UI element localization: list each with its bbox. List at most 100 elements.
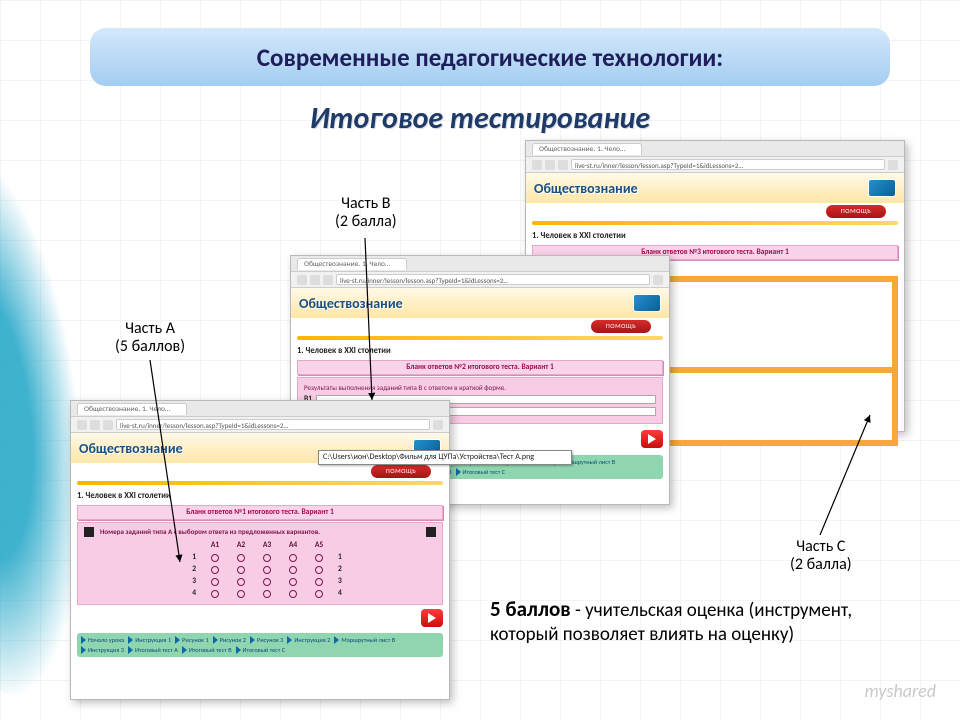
callout-part-c: Часть С(2 балла) [790,538,852,575]
answer-radio[interactable] [315,578,323,586]
browser-tab[interactable]: Обществознание. 1. Чело… [532,143,642,155]
play-icon [81,636,86,644]
answer-radio[interactable] [237,566,245,574]
answer-radio[interactable] [237,590,245,598]
lesson-nav-bar: Начало урока Инструкция 1 Рисунок 1 Рисунок… [77,633,443,657]
answer-radio[interactable] [211,578,219,586]
browser-tabstrip: Обществознание. 1. Чело… [71,401,449,417]
answer-radio[interactable] [289,578,297,586]
row-label: 4 [170,589,202,598]
nav-forward-icon[interactable] [310,275,320,285]
play-icon [81,646,86,654]
nav-forward-icon[interactable] [545,160,555,170]
lesson-nav-label: Маршрутный лист В [341,636,395,644]
nav-reload-icon[interactable] [558,160,568,170]
lesson-nav-label: Итоговый тест C [243,646,286,654]
next-button[interactable] [421,609,443,627]
tooltip: C:\Users\ион\Desktop\Фильм для ЦУПа\Устр… [318,450,572,465]
lesson-nav-item[interactable]: Рисунок 3 [250,636,283,644]
help-button[interactable]: ПОМОЩЬ [826,205,886,218]
arrow-right-icon [648,434,656,444]
topic-heading: 1. Человек в XXI столетии [71,489,449,503]
lesson-nav-item[interactable]: Итоговый тест A [128,646,178,654]
nav-back-icon[interactable] [532,160,542,170]
topic-heading: 1. Человек в XXI столетии [291,344,669,358]
lesson-nav-item[interactable]: Инструкция 1 [128,636,171,644]
lesson-nav-label: Итоговый тест A [135,646,178,654]
bookmark-icon[interactable] [653,275,663,285]
lesson-nav-item[interactable]: Итоговый тест C [456,468,506,476]
answer-radio[interactable] [315,590,323,598]
watermark: myshared [865,680,937,702]
col-header: A1 [202,541,228,550]
nav-forward-icon[interactable] [90,420,100,430]
marker-square [426,527,436,537]
topic-heading: 1. Человек в XXI столетии [526,229,904,243]
lesson-nav-label: Рисунок 1 [182,636,208,644]
lesson-nav-item[interactable]: Маршрутный лист В [334,636,395,644]
browser-addressbar: live-st.ru/inner/lesson/lesson.asp?TypeI… [526,157,904,173]
answer-radio[interactable] [211,590,219,598]
bookmark-icon[interactable] [888,160,898,170]
url-field[interactable]: live-st.ru/inner/lesson/lesson.asp?TypeI… [571,159,885,170]
lesson-nav-label: Инструкция 3 [88,646,124,654]
answer-radio[interactable] [289,566,297,574]
nav-back-icon[interactable] [77,420,87,430]
next-button[interactable] [641,430,663,448]
lesson-nav-label: Итоговый тест B [189,646,232,654]
callout-part-b: Часть В(2 балла) [335,195,397,232]
row-label-right: 1 [332,553,350,562]
play-icon [287,636,292,644]
nav-back-icon[interactable] [297,275,307,285]
row-label-right: 4 [332,589,350,598]
answer-radio[interactable] [263,554,271,562]
lesson-nav-label: Рисунок 3 [257,636,283,644]
answer-radio[interactable] [211,554,219,562]
arrow-right-icon [428,613,436,623]
answer-radio[interactable] [211,566,219,574]
answer-radio[interactable] [315,566,323,574]
lesson-nav-label: Рисунок 2 [220,636,246,644]
slide-title: Современные педагогические технологии: [90,28,890,86]
nav-reload-icon[interactable] [103,420,113,430]
help-button[interactable]: ПОМОЩЬ [591,320,651,333]
browser-tabstrip: Обществознание. 1. Чело… [526,141,904,157]
nav-reload-icon[interactable] [323,275,333,285]
lesson-nav-item[interactable]: Инструкция 3 [81,646,124,654]
browser-tab[interactable]: Обществознание. 1. Чело… [297,258,407,270]
blank-title-a: Бланк ответов №1 итогового теста. Вариан… [77,505,443,520]
play-icon [334,636,339,644]
lesson-nav-item[interactable]: Рисунок 2 [213,636,246,644]
lesson-nav-item[interactable]: Итоговый тест C [236,646,286,654]
play-icon [456,468,461,476]
bookmark-icon[interactable] [433,420,443,430]
browser-tab[interactable]: Обществознание. 1. Чело… [77,403,187,415]
row-label-right: 2 [332,565,350,574]
answer-area-a: Номера заданий типа A с выбором ответа и… [77,522,443,605]
footnote: 5 баллов - учительская оценка (инструмен… [490,596,900,647]
lesson-nav-item[interactable]: Инструкция 2 [287,636,330,644]
col-header: A2 [228,541,254,550]
browser-window-part-a: Обществознание. 1. Чело… live-st.ru/inne… [70,400,450,700]
lesson-nav-label: Итоговый тест C [463,468,506,476]
answer-radio[interactable] [289,554,297,562]
url-field[interactable]: live-st.ru/inner/lesson/lesson.asp?TypeI… [116,419,430,430]
answer-radio[interactable] [263,566,271,574]
instruction-text: Результаты выполнения заданий типа B с о… [304,383,656,392]
answer-radio[interactable] [237,578,245,586]
portal-header: Обществознание [526,173,904,203]
col-header: A4 [280,541,306,550]
help-button[interactable]: ПОМОЩЬ [371,465,431,478]
answer-radio[interactable] [263,590,271,598]
url-field[interactable]: live-st.ru/inner/lesson/lesson.asp?TypeI… [336,274,650,285]
lesson-nav-item[interactable]: Рисунок 1 [175,636,208,644]
answer-radio[interactable] [263,578,271,586]
portal-header: Обществознание [291,288,669,318]
col-header: A3 [254,541,280,550]
lesson-nav-item[interactable]: Итоговый тест B [182,646,232,654]
answer-radio[interactable] [237,554,245,562]
answer-radio[interactable] [289,590,297,598]
row-label-right: 3 [332,577,350,586]
lesson-nav-item[interactable]: Начало урока [81,636,124,644]
answer-radio[interactable] [315,554,323,562]
